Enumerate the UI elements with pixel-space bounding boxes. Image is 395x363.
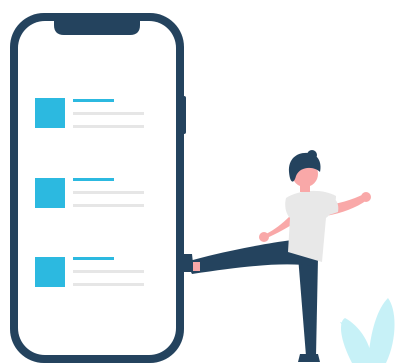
person-kicking-ankle xyxy=(193,262,200,271)
illustration-canvas xyxy=(0,0,395,363)
list-item-thumbnail xyxy=(35,98,65,128)
list-item-title-bar xyxy=(73,99,114,102)
list-item-text-line xyxy=(73,125,144,128)
illustration-svg xyxy=(10,13,395,363)
plant-leaf-front xyxy=(368,298,395,363)
list-item-text-line xyxy=(73,270,144,273)
person-hair-bun xyxy=(307,150,317,160)
person-left-hand xyxy=(259,232,269,242)
phone-illustration xyxy=(10,13,186,363)
person-standing-leg xyxy=(298,256,318,356)
list-item-text-line xyxy=(73,191,144,194)
person-right-hand xyxy=(361,192,371,202)
list-item-thumbnail xyxy=(35,178,65,208)
plant-icon xyxy=(340,298,395,363)
list-item-text-line xyxy=(73,204,144,207)
list-item-text-line xyxy=(73,112,144,115)
person-kicking-shoe xyxy=(183,254,194,272)
person-standing-shoe xyxy=(298,354,320,362)
list-item-title-bar xyxy=(73,257,114,260)
phone-notch xyxy=(54,20,140,35)
list-item-title-bar xyxy=(73,178,114,181)
list-item-thumbnail xyxy=(35,257,65,287)
list-item-text-line xyxy=(73,283,144,286)
